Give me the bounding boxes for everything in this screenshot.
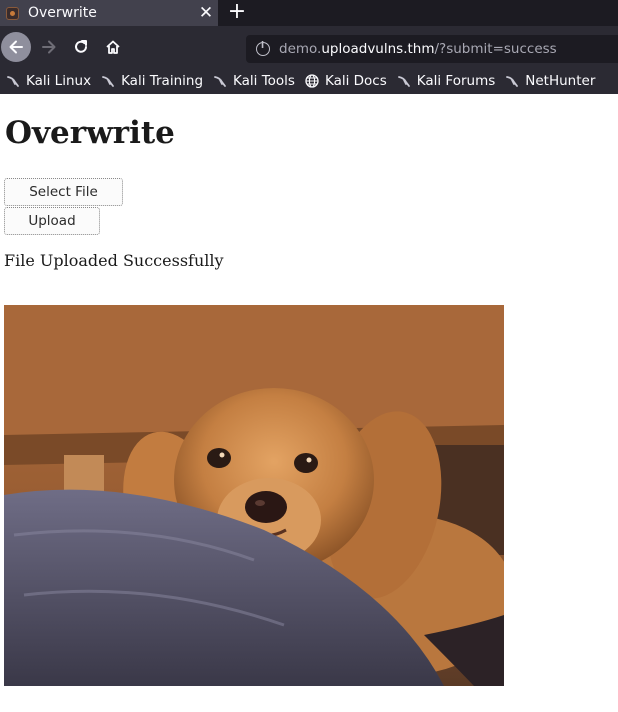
- page-content: Overwrite Select File Upload File Upload…: [0, 94, 618, 712]
- back-arrow-icon: [9, 40, 23, 54]
- page-title: Overwrite: [5, 115, 175, 151]
- url-host: uploadvulns.thm: [321, 41, 435, 57]
- back-button[interactable]: [1, 32, 31, 62]
- bookmark-kali-linux[interactable]: Kali Linux: [6, 73, 91, 89]
- bookmark-kali-tools[interactable]: Kali Tools: [213, 73, 295, 89]
- bookmark-kali-docs[interactable]: Kali Docs: [305, 73, 387, 89]
- bookmark-label: Kali Forums: [416, 73, 496, 89]
- url-subdomain: demo.: [279, 41, 322, 57]
- kali-dragon-icon: [7, 76, 19, 87]
- url-text: demo.uploadvulns.thm/?submit=success: [279, 41, 557, 57]
- bookmark-label: NetHunter: [525, 73, 596, 89]
- address-bar[interactable]: demo.uploadvulns.thm/?submit=success: [246, 35, 618, 63]
- forward-button[interactable]: [34, 32, 64, 62]
- bookmark-kali-training[interactable]: Kali Training: [101, 73, 203, 89]
- tab-overwrite[interactable]: Overwrite ✕: [0, 0, 218, 26]
- kali-dragon-icon: [397, 76, 410, 87]
- navigation-toolbar: demo.uploadvulns.thm/?submit=success: [0, 26, 618, 68]
- reload-icon: [75, 40, 87, 53]
- reload-button[interactable]: [66, 32, 96, 62]
- close-tab-icon[interactable]: ✕: [194, 3, 218, 23]
- select-file-button[interactable]: Select File: [4, 178, 123, 206]
- bookmark-nethunter[interactable]: NetHunter: [505, 73, 595, 89]
- bookmark-label: Kali Tools: [233, 73, 295, 89]
- tab-strip: Overwrite ✕ +: [0, 0, 618, 26]
- url-path: /?submit=success: [434, 41, 557, 57]
- upload-status-message: File Uploaded Successfully: [4, 251, 224, 270]
- bookmark-label: Kali Linux: [26, 73, 92, 89]
- home-icon: [106, 40, 120, 54]
- kali-dragon-icon: [214, 76, 226, 87]
- bookmark-label: Kali Docs: [324, 73, 387, 89]
- bookmark-kali-forums[interactable]: Kali Forums: [397, 73, 496, 89]
- globe-icon: [305, 74, 319, 88]
- new-tab-button[interactable]: +: [225, 0, 249, 26]
- kali-dragon-icon: [102, 76, 114, 87]
- bookmarks-toolbar: Kali Linux Kali Training Kali Tools Kali…: [0, 68, 618, 94]
- forward-arrow-icon: [42, 40, 56, 54]
- site-info-icon[interactable]: [256, 41, 270, 56]
- home-button[interactable]: [98, 32, 128, 62]
- bookmark-label: Kali Training: [121, 73, 204, 89]
- tab-title: Overwrite: [28, 5, 97, 21]
- page-favicon-icon: [6, 6, 19, 20]
- uploaded-dog-image: [4, 305, 504, 686]
- upload-button[interactable]: Upload: [4, 207, 100, 235]
- kali-dragon-icon: [506, 76, 519, 87]
